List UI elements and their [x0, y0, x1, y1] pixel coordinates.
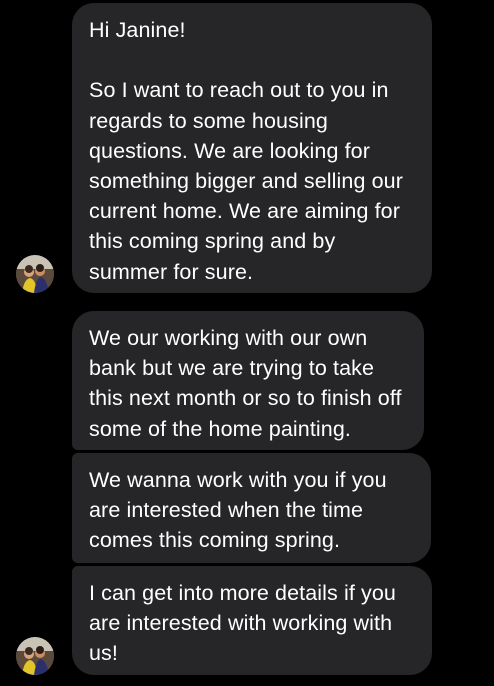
incoming-message-bubble[interactable]: I can get into more details if you are i…	[72, 566, 432, 675]
contact-avatar[interactable]	[16, 255, 54, 293]
avatar-photo-icon	[16, 255, 54, 293]
incoming-message-bubble[interactable]: Hi Janine! So I want to reach out to you…	[72, 3, 432, 293]
incoming-message-bubble[interactable]: We wanna work with you if you are intere…	[72, 453, 431, 563]
contact-avatar[interactable]	[16, 637, 54, 675]
incoming-message-bubble[interactable]: We our working with our own bank but we …	[72, 311, 424, 450]
avatar-photo-icon	[16, 637, 54, 675]
